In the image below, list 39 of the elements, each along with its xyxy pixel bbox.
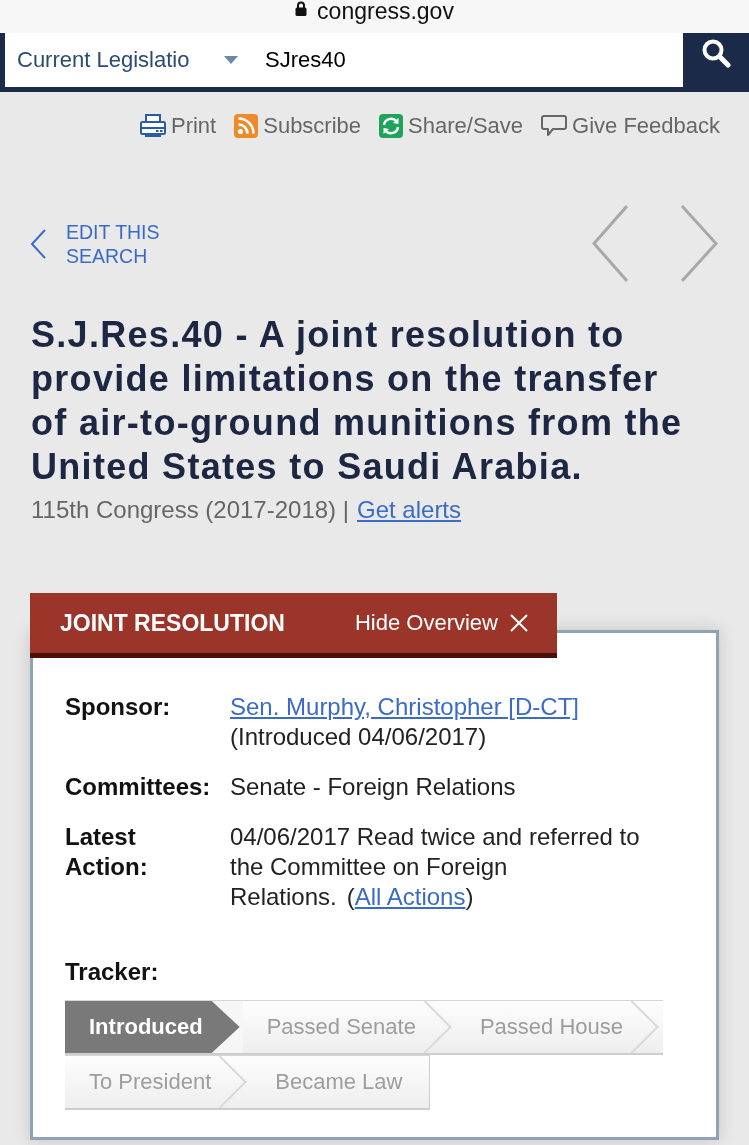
speech-bubble-icon <box>541 114 568 138</box>
congress-label: 115th Congress (2017-2018) | <box>31 497 349 523</box>
alerts-link[interactable]: Get alerts <box>357 497 462 523</box>
search-field[interactable]: SJres40 <box>245 33 683 87</box>
address-bar[interactable]: congress.gov <box>0 0 749 33</box>
tracker-step: Passed Senate <box>242 1000 456 1055</box>
share-save-link[interactable]: Share/Save <box>379 113 524 139</box>
print-link[interactable]: Print <box>139 113 217 139</box>
tracker-step: Passed House <box>455 1000 663 1055</box>
scope-dropdown[interactable]: Current Legislatio <box>5 33 245 87</box>
hide-overview-button[interactable]: Hide Overview <box>354 610 528 636</box>
tracker-step: Introduced <box>65 1000 243 1055</box>
lock-icon <box>295 1 308 16</box>
field-label: Latest Action: <box>65 822 149 882</box>
committee-value: Senate - Foreign Relations <box>230 772 517 802</box>
next-button[interactable] <box>680 205 718 282</box>
tracker-step: To President <box>65 1055 252 1110</box>
edit-search-link[interactable]: EDIT THIS SEARCH <box>30 219 178 268</box>
chevron-right-icon <box>680 205 718 282</box>
field-label: Tracker: <box>65 957 159 987</box>
latest-action-text: 04/06/2017 Read twice and referred to the Committee on Foreign Relations. (All Actions) <box>230 822 641 912</box>
previous-button[interactable] <box>592 205 628 282</box>
tracker-step: Became Law <box>251 1055 431 1110</box>
sponsor-link[interactable]: Sen. Murphy, Christopher [D-CT] <box>230 692 579 722</box>
rss-icon <box>234 114 259 138</box>
bill-title: S.J.Res.40 - A joint resolution to provide limitations on the transfer of air-to-ground munitions from the United States to Saudi Arabia. <box>31 313 684 489</box>
chevron-left-icon <box>30 228 46 259</box>
feedback-link[interactable]: Give Feedback <box>541 113 720 139</box>
bill-type-label: JOINT RESOLUTION <box>60 609 285 637</box>
search-icon <box>701 38 731 68</box>
field-label: Sponsor: <box>65 692 172 722</box>
subscribe-link[interactable]: Subscribe <box>234 113 362 139</box>
field-label: Committees: <box>65 772 212 802</box>
introduced-date: (Introduced 04/06/2017) <box>230 722 487 752</box>
share-icon <box>379 114 404 138</box>
caret-icon <box>224 56 238 64</box>
chevron-left-icon <box>592 205 628 282</box>
close-icon <box>510 614 528 632</box>
printer-icon <box>139 114 166 138</box>
